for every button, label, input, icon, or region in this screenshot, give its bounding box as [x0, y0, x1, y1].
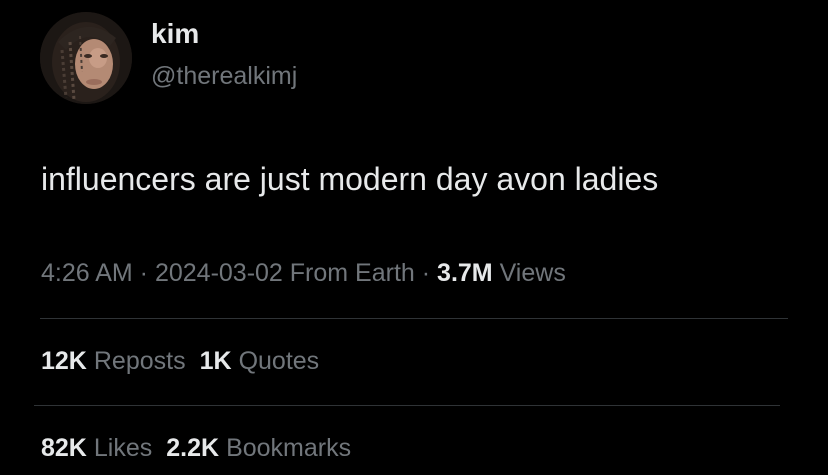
- tweet-date[interactable]: 2024-03-02: [155, 259, 283, 287]
- divider: [34, 405, 780, 406]
- tweet-source: From Earth: [282, 259, 415, 287]
- meta-separator: ·: [414, 259, 438, 287]
- bookmarks-stat[interactable]: 2.2K Bookmarks: [166, 431, 351, 465]
- user-handle[interactable]: @therealkimj: [151, 60, 297, 92]
- avatar-photo: [40, 12, 132, 104]
- display-name[interactable]: kim: [151, 16, 199, 52]
- meta-separator: ·: [132, 259, 155, 287]
- divider: [40, 318, 788, 319]
- tweet-detail: kim @therealkimj influencers are just mo…: [0, 0, 828, 475]
- quotes-count: 1K: [199, 347, 232, 375]
- avatar[interactable]: [40, 12, 132, 104]
- tweet-text: influencers are just modern day avon lad…: [41, 161, 659, 197]
- reposts-count: 12K: [41, 347, 87, 375]
- reposts-stat[interactable]: 12K Reposts: [41, 344, 186, 378]
- engagement-row-2: 82K Likes 2.2K Bookmarks: [41, 431, 351, 465]
- reposts-label: Reposts: [93, 347, 186, 375]
- views-count: 3.7M: [437, 259, 493, 287]
- likes-label: Likes: [93, 434, 153, 462]
- bookmarks-count: 2.2K: [166, 434, 220, 462]
- likes-stat[interactable]: 82K Likes: [41, 431, 152, 465]
- bookmarks-label: Bookmarks: [226, 434, 352, 462]
- likes-count: 82K: [41, 434, 87, 462]
- views-label: Views: [492, 259, 566, 287]
- quotes-stat[interactable]: 1K Quotes: [200, 344, 320, 378]
- tweet-meta: 4:26 AM · 2024-03-02 From Earth · 3.7M V…: [41, 256, 566, 290]
- engagement-row-1: 12K Reposts 1K Quotes: [41, 344, 319, 378]
- quotes-label: Quotes: [238, 347, 320, 375]
- tweet-time[interactable]: 4:26 AM: [41, 259, 133, 287]
